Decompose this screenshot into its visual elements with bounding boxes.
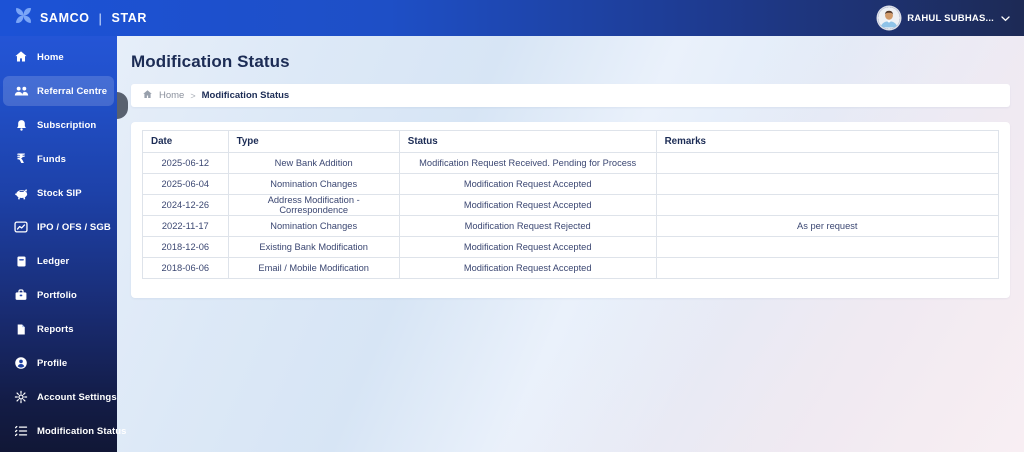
cell-type: Nomination Changes: [227, 215, 400, 237]
chevron-down-icon: [1001, 9, 1010, 27]
piggy-bank-icon: [13, 187, 29, 200]
home-icon: [13, 50, 29, 64]
cell-type: Nomination Changes: [227, 173, 400, 195]
cell-remarks: As per request: [655, 215, 1000, 237]
breadcrumb-separator: >: [190, 90, 196, 101]
main-content: Modification Status Home > Modification …: [117, 36, 1024, 452]
sidebar-item-stock-sip[interactable]: Stock SIP: [3, 178, 114, 208]
cell-date: 2018-06-06: [142, 257, 229, 279]
sidebar: Home Referral Centre Subscription ₹ Fund…: [0, 36, 126, 452]
sidebar-item-profile[interactable]: Profile: [3, 348, 114, 378]
cell-status: Modification Request Accepted: [398, 194, 657, 216]
sidebar-item-referral-centre[interactable]: Referral Centre: [3, 76, 114, 106]
modification-status-table: Date Type Status Remarks 2025-06-12 New …: [142, 130, 1000, 279]
page-title: Modification Status: [131, 52, 290, 71]
cell-remarks: [655, 173, 1000, 195]
column-header-type: Type: [227, 130, 400, 153]
breadcrumb-home-link[interactable]: Home: [159, 90, 184, 101]
cell-status: Modification Request Accepted: [398, 257, 657, 279]
user-name: RAHUL SUBHAS...: [907, 12, 994, 24]
line-chart-icon: [13, 220, 29, 234]
cell-type: Address Modification - Correspondence: [227, 194, 400, 216]
checklist-icon: [13, 424, 29, 438]
sidebar-item-funds[interactable]: ₹ Funds: [3, 144, 114, 174]
cell-type: Existing Bank Modification: [227, 236, 400, 258]
cell-status: Modification Request Accepted: [398, 173, 657, 195]
table-row: 2025-06-12 New Bank Addition Modificatio…: [142, 152, 1000, 174]
cell-status: Modification Request Accepted: [398, 236, 657, 258]
cell-remarks: [655, 152, 1000, 174]
rupee-icon: ₹: [16, 151, 26, 167]
table-row: 2024-12-26 Address Modification - Corres…: [142, 194, 1000, 216]
modification-status-card: Date Type Status Remarks 2025-06-12 New …: [131, 122, 1010, 298]
report-file-icon: [13, 323, 29, 336]
top-header: SAMCO | STAR RAHUL SUBHAS...: [0, 0, 1024, 36]
column-header-status: Status: [398, 130, 657, 153]
cell-date: 2024-12-26: [142, 194, 229, 216]
cell-type: New Bank Addition: [227, 152, 400, 174]
referral-centre-icon: [13, 85, 29, 97]
gear-icon: [13, 390, 29, 404]
profile-icon: [13, 356, 29, 370]
table-row: 2018-06-06 Email / Mobile Modification M…: [142, 257, 1000, 279]
cell-remarks: [655, 236, 1000, 258]
bell-icon: [13, 119, 29, 132]
brand-logo[interactable]: SAMCO | STAR: [14, 6, 147, 30]
table-row: 2022-11-17 Nomination Changes Modificati…: [142, 215, 1000, 237]
sidebar-item-reports[interactable]: Reports: [3, 314, 114, 344]
avatar: [878, 7, 901, 29]
breadcrumb-home-icon: [142, 87, 153, 105]
breadcrumb-current: Modification Status: [201, 90, 290, 101]
cell-status: Modification Request Received. Pending f…: [398, 152, 657, 174]
cell-date: 2025-06-04: [142, 173, 229, 195]
cell-date: 2022-11-17: [142, 215, 229, 237]
sidebar-item-portfolio[interactable]: Portfolio: [3, 280, 114, 310]
table-header-row: Date Type Status Remarks: [142, 130, 1000, 153]
column-header-date: Date: [142, 130, 229, 153]
brand-divider: |: [98, 10, 103, 26]
ledger-book-icon: [13, 255, 29, 268]
cell-date: 2018-12-06: [142, 236, 229, 258]
sidebar-item-subscription[interactable]: Subscription: [3, 110, 114, 140]
cell-date: 2025-06-12: [142, 152, 229, 174]
brand-name-left: SAMCO: [40, 11, 90, 25]
sidebar-item-modification-status[interactable]: Modification Status: [3, 416, 126, 446]
sidebar-item-ledger[interactable]: Ledger: [3, 246, 114, 276]
cell-type: Email / Mobile Modification: [227, 257, 400, 279]
cell-remarks: [655, 257, 1000, 279]
briefcase-icon: [13, 288, 29, 302]
user-menu[interactable]: RAHUL SUBHAS...: [878, 7, 1010, 29]
samco-pinwheel-icon: [14, 6, 33, 30]
sidebar-item-account-settings[interactable]: Account Settings: [3, 382, 117, 412]
table-row: 2018-12-06 Existing Bank Modification Mo…: [142, 236, 1000, 258]
sidebar-item-ipo-ofs-sgb[interactable]: IPO / OFS / SGB: [3, 212, 114, 242]
table-row: 2025-06-04 Nomination Changes Modificati…: [142, 173, 1000, 195]
cell-status: Modification Request Rejected: [398, 215, 657, 237]
cell-remarks: [655, 194, 1000, 216]
brand-name-right: STAR: [111, 11, 148, 25]
breadcrumb: Home > Modification Status: [131, 84, 1010, 107]
sidebar-item-home[interactable]: Home: [3, 42, 114, 72]
column-header-remarks: Remarks: [655, 130, 1000, 153]
